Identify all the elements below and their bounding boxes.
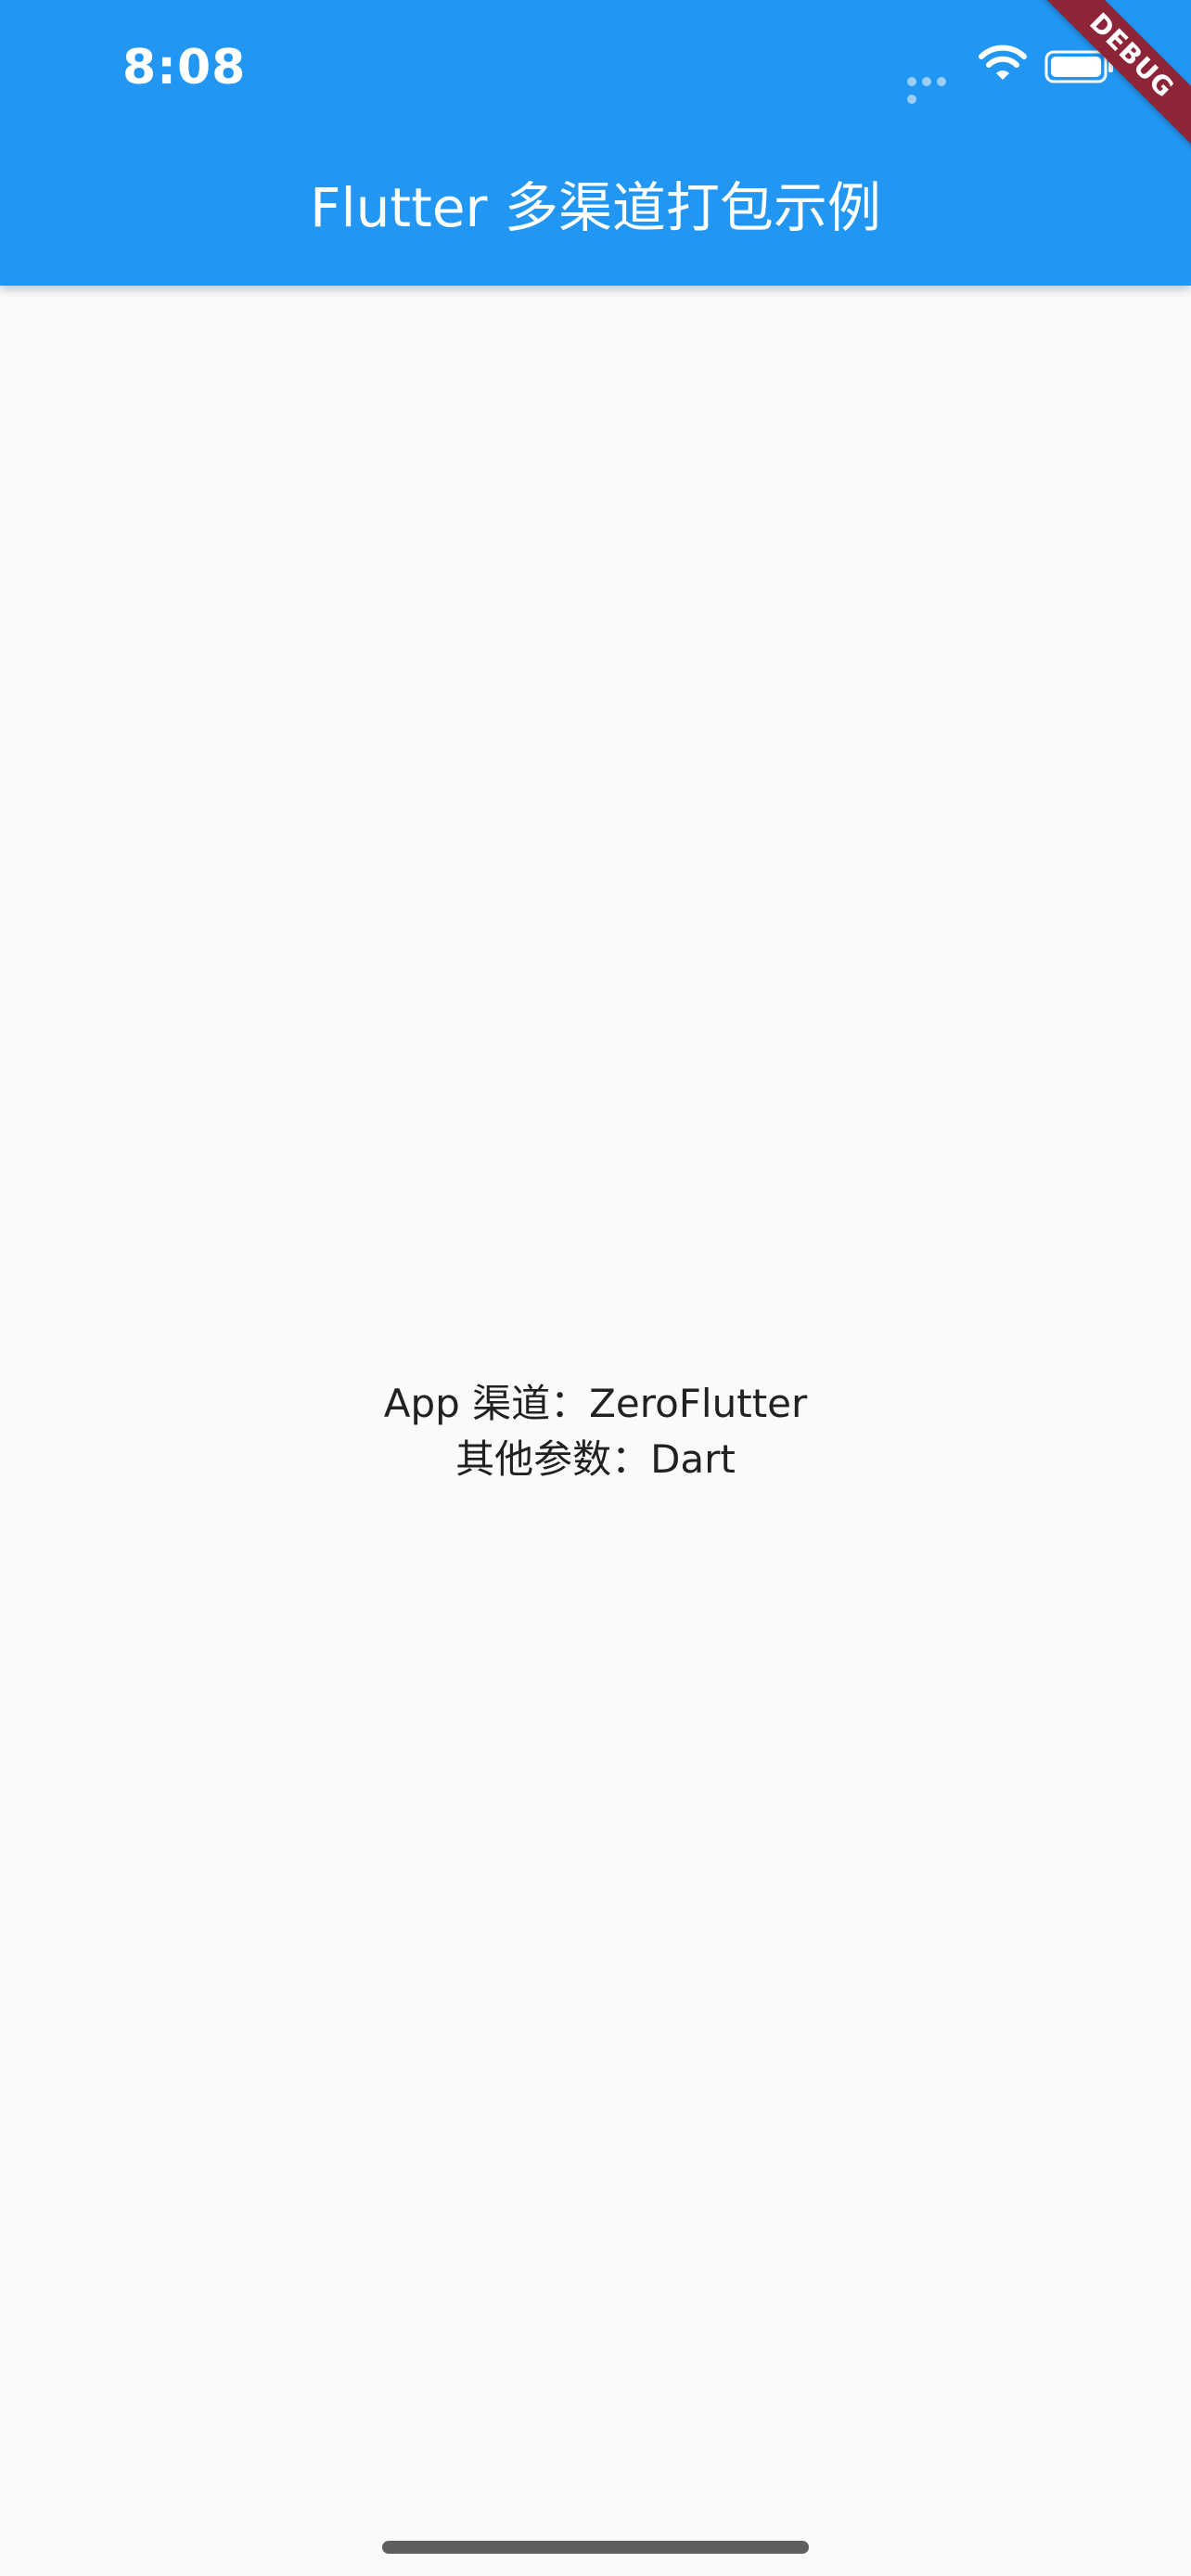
signal-dot [907, 77, 916, 86]
app-bar: 8:08 Flutter 多渠道打包示例 [0, 0, 1191, 286]
status-bar: 8:08 [0, 0, 1191, 130]
channel-text: App 渠道：ZeroFlutter [383, 1381, 808, 1426]
home-indicator[interactable] [382, 2541, 809, 2554]
signal-dot [907, 95, 916, 104]
signal-dot [922, 77, 931, 86]
signal-dot [937, 77, 946, 86]
app-screen: 8:08 Flutter 多渠道打包示例 DEBUG App 渠道：ZeroFl… [0, 0, 1191, 2576]
extra-params-text: 其他参数：Dart [455, 1436, 736, 1482]
signal-dots-icon [907, 72, 965, 104]
wifi-icon [979, 45, 1027, 80]
status-time: 8:08 [122, 40, 247, 96]
channel-info: App 渠道：ZeroFlutter 其他参数：Dart [0, 1376, 1191, 1487]
page-title: Flutter 多渠道打包示例 [310, 176, 881, 239]
